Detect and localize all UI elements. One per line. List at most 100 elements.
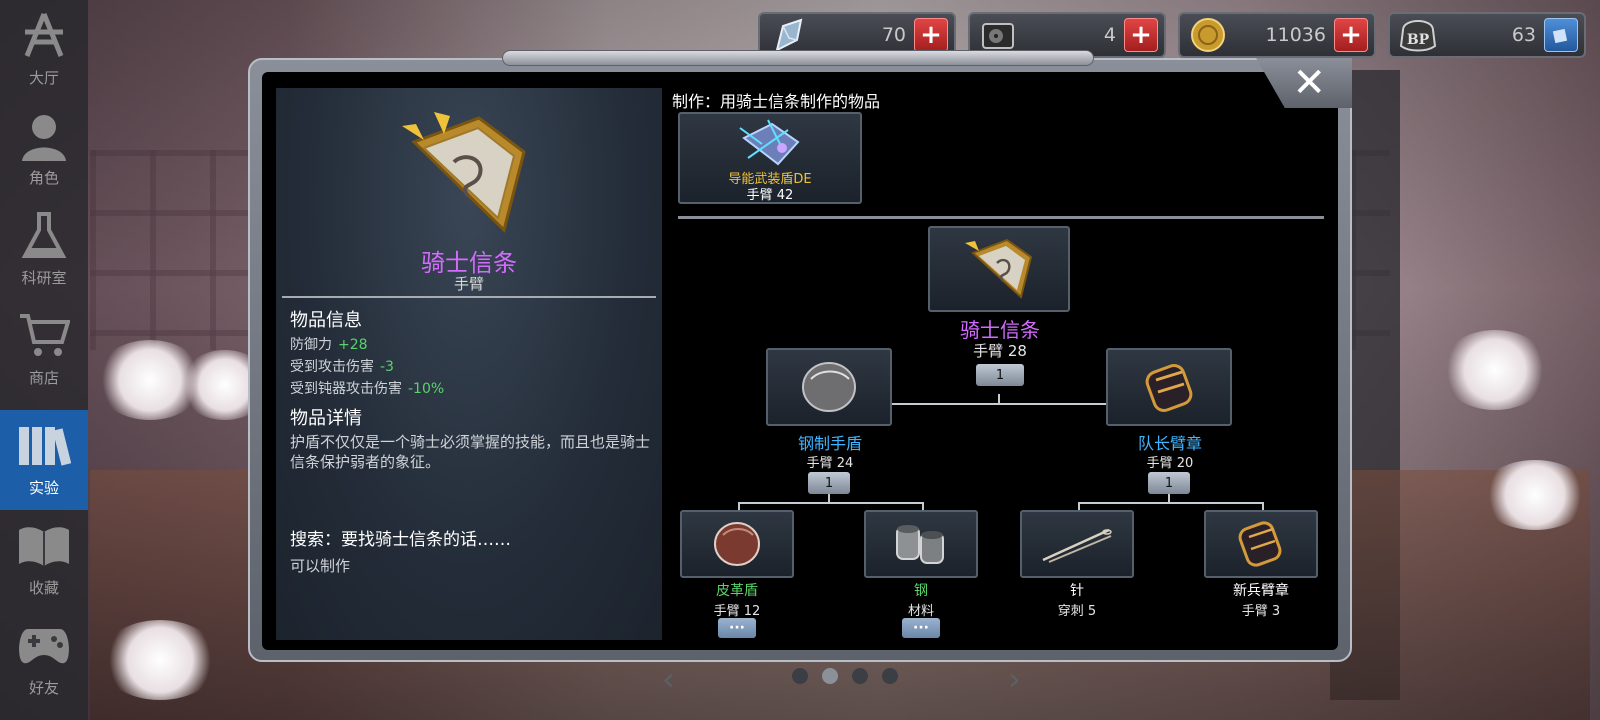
tree-connector xyxy=(738,502,740,510)
tree-left-name: 钢制手盾 xyxy=(797,434,862,453)
sidebar-item-experiment[interactable]: 实验 xyxy=(0,410,88,510)
steel-shield-icon xyxy=(802,362,856,412)
pager-dot[interactable] xyxy=(882,668,898,684)
tree-leaf-name: 皮革盾 xyxy=(716,583,758,599)
tree-left-card[interactable] xyxy=(766,348,892,426)
add-bp-button[interactable] xyxy=(1544,18,1578,52)
resource-value: 63 xyxy=(1511,24,1536,46)
resource-value: 70 xyxy=(881,24,906,46)
tree-root-card[interactable] xyxy=(928,226,1070,312)
sidebar-item-friends[interactable]: 好友 xyxy=(0,610,88,710)
sidebar-item-label: 大厅 xyxy=(28,69,59,87)
stat-value: -10% xyxy=(408,381,445,397)
tree-connector xyxy=(922,502,924,510)
steel-material-icon xyxy=(896,525,944,564)
item-description: 护盾不仅仅是一个骑士必须掌握的技能，而且也是骑士信条保护弱者的象征。 xyxy=(290,433,651,471)
stat-value: +28 xyxy=(338,337,368,353)
tree-right-name: 队长臂章 xyxy=(1137,434,1202,453)
stat-label: 受到钝器攻击伤害 xyxy=(290,381,402,397)
tree-connector xyxy=(1168,494,1170,502)
resource-value: 4 xyxy=(1103,24,1116,46)
needle-icon xyxy=(1042,528,1112,563)
stat-row: 受到钝器攻击伤害 -10% xyxy=(290,378,444,398)
background-flowers-3 xyxy=(1440,330,1550,410)
character-icon xyxy=(16,107,72,163)
sidebar-item-lab[interactable]: 科研室 xyxy=(0,200,88,300)
tree-connector xyxy=(1078,502,1080,510)
sidebar-item-label: 科研室 xyxy=(21,269,67,287)
tree-right-card[interactable] xyxy=(1106,348,1232,426)
item-detail-title: 物品详情 xyxy=(290,408,362,429)
sidebar-item-collection[interactable]: 收藏 xyxy=(0,510,88,610)
stat-label: 防御力 xyxy=(290,337,332,353)
tree-left-sub: 手臂 24 xyxy=(806,456,854,471)
recruit-armband-icon xyxy=(1238,521,1282,567)
tree-leaf-name: 针 xyxy=(1070,583,1084,599)
pager-dot[interactable] xyxy=(852,668,868,684)
sidebar-item-label: 收藏 xyxy=(28,579,59,597)
tree-root-name: 骑士信条 xyxy=(960,318,1040,342)
gamepad-icon xyxy=(16,617,72,673)
stat-row: 受到攻击伤害 -3 xyxy=(290,356,394,376)
tree-right-sub: 手臂 20 xyxy=(1146,456,1194,471)
quantity-badge: 1 xyxy=(1148,472,1190,494)
sidebar-item-label: 商店 xyxy=(28,369,59,387)
sidebar: 大厅 角色 科研室 商店 实验 收藏 好友 xyxy=(0,0,88,720)
energy-shield-icon xyxy=(739,119,800,166)
tree-root-sub: 手臂 28 xyxy=(973,342,1027,360)
tree-leaf-card[interactable] xyxy=(864,510,978,578)
tree-connector xyxy=(738,502,924,504)
craft-heading: 制作：用骑士信条制作的物品 xyxy=(672,92,881,111)
add-crystal-button[interactable]: + xyxy=(914,18,948,52)
craft-product-sub: 手臂 42 xyxy=(746,188,794,203)
background-flowers-4 xyxy=(100,620,220,700)
cart-icon xyxy=(16,307,72,363)
tree-leaf-card[interactable] xyxy=(680,510,794,578)
stat-label: 受到攻击伤害 xyxy=(290,359,374,375)
tree-leaf-sub: 手臂 3 xyxy=(1241,604,1281,619)
sidebar-item-label: 好友 xyxy=(28,679,59,697)
add-disk-button[interactable]: + xyxy=(1124,18,1158,52)
pager-dot-active[interactable] xyxy=(822,668,838,684)
lobby-icon xyxy=(16,7,72,63)
modal-drag-handle[interactable] xyxy=(502,50,1094,66)
tree-connector xyxy=(828,494,830,502)
stat-value: -3 xyxy=(380,359,394,375)
next-page-arrow[interactable]: › xyxy=(1008,660,1021,698)
tree-leaf-name: 钢 xyxy=(914,583,928,599)
add-gold-button[interactable]: + xyxy=(1334,18,1368,52)
bp-icon: BP xyxy=(1396,13,1440,57)
prev-page-arrow[interactable]: ‹ xyxy=(662,660,675,698)
close-icon: ✕ xyxy=(1292,60,1326,106)
sidebar-item-label: 角色 xyxy=(28,169,59,187)
gold-coin-icon xyxy=(1186,13,1230,57)
pager-dot[interactable] xyxy=(792,668,808,684)
svg-text:BP: BP xyxy=(1407,32,1430,48)
more-button[interactable]: ··· xyxy=(902,618,940,638)
tree-leaf-sub: 手臂 12 xyxy=(713,604,761,619)
stat-row: 防御力 +28 xyxy=(290,334,368,354)
quantity-badge: 1 xyxy=(976,364,1024,386)
open-book-icon xyxy=(16,517,72,573)
tree-connector xyxy=(1262,502,1264,510)
captain-armband-icon xyxy=(1145,364,1193,412)
item-info-title: 物品信息 xyxy=(290,310,362,331)
divider xyxy=(678,216,1324,219)
resource-value: 11036 xyxy=(1265,24,1326,46)
sidebar-item-character[interactable]: 角色 xyxy=(0,100,88,200)
sidebar-item-shop[interactable]: 商店 xyxy=(0,300,88,400)
tree-leaf-card[interactable] xyxy=(1020,510,1134,578)
tree-leaf-card[interactable] xyxy=(1204,510,1318,578)
resource-gold: 11036 + xyxy=(1178,12,1376,58)
flask-icon xyxy=(16,207,72,263)
tree-leaf-sub: 材料 xyxy=(907,604,934,619)
tree-leaf-name: 新兵臂章 xyxy=(1233,583,1289,599)
leather-shield-icon xyxy=(714,522,760,566)
background-flowers-5 xyxy=(1480,460,1590,530)
sidebar-item-label: 实验 xyxy=(28,479,59,497)
more-button[interactable]: ··· xyxy=(718,618,756,638)
sidebar-item-lobby[interactable]: 大厅 xyxy=(0,0,88,100)
knight-shield-icon xyxy=(384,112,544,240)
search-title: 搜索：要找骑士信条的话…… xyxy=(290,530,511,550)
tree-connector xyxy=(892,403,1106,405)
